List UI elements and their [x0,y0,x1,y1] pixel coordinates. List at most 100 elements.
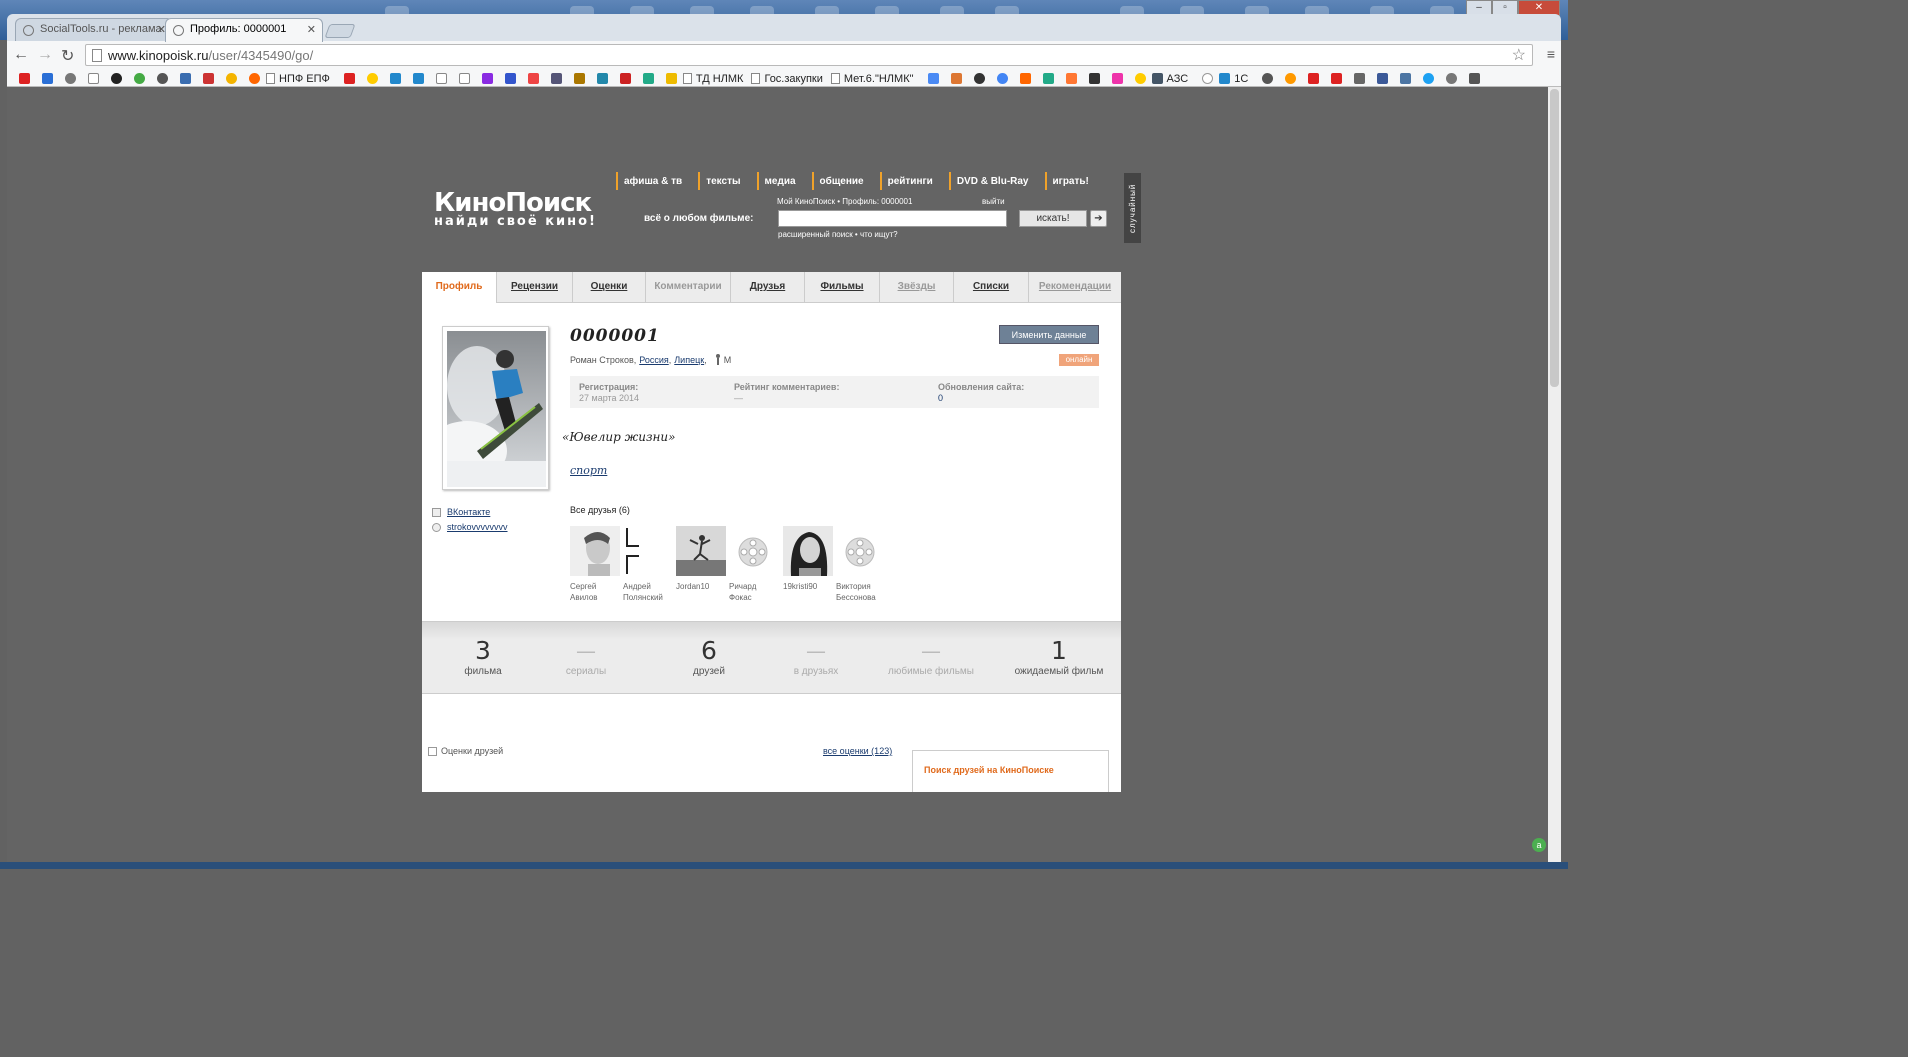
kinopoisk-logo[interactable]: КиноПоиск найди своё кино! [434,188,597,229]
bookmark-icon[interactable] [65,73,76,84]
bookmark-azs[interactable]: АЗС [1151,73,1188,85]
random-film-button[interactable]: случайный [1124,173,1141,243]
friend-item[interactable]: Андрей Полянский [623,526,673,603]
bookmark-icon[interactable] [1285,73,1297,84]
bookmark-npf[interactable]: НПФ ЕПФ [266,73,330,85]
bookmark-icon[interactable] [550,73,562,84]
logout-link[interactable]: выйти [982,197,1005,206]
wikipedia-icon[interactable] [1354,73,1366,84]
avatar[interactable] [442,326,549,490]
chrome-store-icon[interactable] [996,73,1008,84]
find-friends-link[interactable]: Поиск друзей на КиноПоиске [924,765,1054,775]
friend-item[interactable]: Виктория Бессонова [836,526,886,603]
facebook-icon[interactable] [1377,73,1389,84]
apple-icon[interactable] [1446,73,1458,84]
bookmark-icon[interactable] [88,73,99,84]
nav-ratings[interactable]: рейтинги [879,172,933,190]
bookmark-icon[interactable] [1331,73,1343,84]
bookmark-icon[interactable] [1065,73,1077,84]
bookmark-icon[interactable] [642,73,654,84]
bookmark-icon[interactable] [203,73,214,84]
bookmark-icon[interactable] [134,73,145,84]
tab-friends[interactable]: Друзья [730,272,804,303]
nav-media[interactable]: медиа [756,172,796,190]
tab-stars[interactable]: Звёзды [879,272,953,303]
bookmark-icon[interactable] [1111,73,1123,84]
all-friends-link[interactable]: Все друзья (6) [570,505,630,515]
tab-lists[interactable]: Списки [953,272,1028,303]
nav-texts[interactable]: тексты [698,172,741,190]
friend-item[interactable]: Сергей Авилов [570,526,620,603]
nav-community[interactable]: общение [811,172,864,190]
bookmark-icon[interactable] [111,73,122,84]
bookmark-goszakupki[interactable]: Гос.закупки [751,73,823,85]
bookmark-td-nlmk[interactable]: ТД НЛМК [682,73,743,85]
bookmark-icon[interactable] [343,73,355,84]
bookmark-icon[interactable] [619,73,631,84]
browser-tab-profile[interactable]: Профиль: 0000001 ✕ [165,18,323,42]
edit-profile-button[interactable]: Изменить данные [999,325,1099,344]
address-bar[interactable]: www.kinopoisk.ru/user/4345490/go/ ☆ [85,44,1533,66]
twitter-icon[interactable] [1423,73,1435,84]
country-link[interactable]: Россия [639,355,669,365]
bookmark-icon[interactable] [389,73,401,84]
city-link[interactable]: Липецк [674,355,704,365]
browser-tab-socialtools[interactable]: SocialTools.ru - реклама ✕ [15,18,173,42]
tab-films[interactable]: Фильмы [804,272,879,303]
nav-afisha[interactable]: афиша & тв [616,172,682,190]
page-scrollbar[interactable] [1548,87,1561,862]
search-button[interactable]: искать! [1019,210,1087,227]
bookmark-icon[interactable] [1262,73,1274,84]
tab-ratings[interactable]: Оценки [572,272,645,303]
interest-link[interactable]: спорт [570,464,607,477]
chrome-menu-icon[interactable]: ≡ [1547,46,1555,62]
extension-badge-icon[interactable]: a [1532,838,1546,852]
back-icon[interactable]: ← [13,46,29,64]
bookmark-icon[interactable] [1088,73,1100,84]
search-input[interactable] [778,210,1007,227]
bookmark-icon[interactable] [1019,73,1031,84]
close-tab-icon[interactable]: ✕ [307,23,316,36]
bookmark-icon[interactable] [180,73,191,84]
youtube-icon[interactable] [19,73,30,84]
my-kinopoisk-link[interactable]: Мой КиноПоиск • Профиль: 0000001 [777,197,912,206]
counter-friends[interactable]: 6 друзей [654,636,764,677]
friend-item[interactable]: Ричард Фокас [729,526,779,603]
friends-ratings-toggle[interactable]: Оценки друзей [428,746,503,756]
bookmark-icon[interactable] [157,73,168,84]
tab-comments[interactable]: Комментарии [645,272,730,303]
bookmark-icon[interactable] [973,73,985,84]
bookmark-icon[interactable] [435,73,447,84]
bookmark-icon[interactable] [42,73,53,84]
bookmark-icon[interactable] [573,73,585,84]
skype-link[interactable]: strokovvvvvvvv [447,522,508,532]
bookmark-icon[interactable] [481,73,493,84]
bookmark-icon[interactable] [458,73,470,84]
search-go-icon[interactable]: ➔ [1090,210,1107,227]
gmail-icon[interactable] [1308,73,1320,84]
new-tab-button[interactable] [324,24,356,38]
bookmark-icon[interactable] [665,73,677,84]
site-updates-value[interactable]: 0 [938,393,1024,403]
forward-icon[interactable]: → [37,46,53,64]
bookmark-icon[interactable] [527,73,539,84]
search-links[interactable]: расширенный поиск • что ищут? [778,230,898,239]
scrollbar-thumb[interactable] [1550,89,1559,387]
bookmark-icon[interactable] [596,73,608,84]
bookmark-icon[interactable] [504,73,516,84]
bookmark-icon[interactable] [1042,73,1054,84]
counter-films[interactable]: 3 фильма [428,636,538,677]
bookmark-icon[interactable] [950,73,962,84]
bookmark-icon[interactable] [226,73,237,84]
vk-icon[interactable] [1400,73,1412,84]
tab-profile[interactable]: Профиль [422,272,496,303]
nav-dvd[interactable]: DVD & Blu-Ray [948,172,1029,190]
counter-awaited-films[interactable]: 1 ожидаемый фильм [1004,636,1114,677]
bookmark-icon[interactable] [1202,73,1214,84]
friend-item[interactable]: 19kristi90 [783,526,833,592]
bookmark-icon[interactable] [412,73,424,84]
bookmark-star-icon[interactable]: ☆ [1512,45,1526,65]
bookmark-1c[interactable]: 1С [1219,73,1248,85]
bookmark-icon[interactable] [366,73,378,84]
nav-play[interactable]: играть! [1044,172,1089,190]
